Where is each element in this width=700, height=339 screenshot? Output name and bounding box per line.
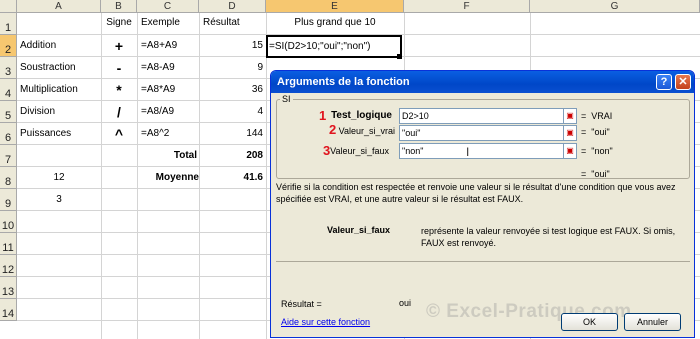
dialog-titlebar[interactable]: Arguments de la fonction bbox=[271, 71, 694, 93]
cell-a3[interactable]: Soustraction bbox=[20, 57, 100, 79]
eq-sign: = bbox=[581, 111, 587, 121]
row-header-5[interactable]: 5 bbox=[0, 101, 17, 123]
cell-d4[interactable]: 36 bbox=[199, 79, 263, 101]
ok-button[interactable]: OK bbox=[561, 313, 618, 331]
formula-result: = "oui" bbox=[581, 169, 610, 179]
close-button[interactable]: ✕ bbox=[675, 74, 691, 90]
cell-a8[interactable]: 12 bbox=[17, 167, 101, 189]
dialog-title: Arguments de la fonction bbox=[277, 76, 410, 88]
cell-b3[interactable]: - bbox=[101, 57, 137, 79]
cell-c8[interactable]: Moyenne bbox=[137, 167, 199, 189]
cell-c5[interactable]: =A8/A9 bbox=[141, 101, 199, 123]
row-header-10[interactable]: 10 bbox=[0, 211, 17, 233]
row-header-14[interactable]: 14 bbox=[0, 299, 17, 321]
eq-sign: = bbox=[581, 146, 587, 156]
row-header-2[interactable]: 2 bbox=[0, 35, 17, 57]
cell-b6[interactable]: ^ bbox=[101, 123, 137, 145]
row-header-9[interactable]: 9 bbox=[0, 189, 17, 211]
cell-a2[interactable]: Addition bbox=[20, 35, 100, 57]
cell-d3[interactable]: 9 bbox=[199, 57, 263, 79]
row-header-1[interactable]: 1 bbox=[0, 13, 17, 35]
fill-handle[interactable] bbox=[397, 54, 402, 59]
arg-result-value: VRAI bbox=[591, 111, 613, 121]
column-header-f[interactable]: F bbox=[404, 0, 530, 13]
active-cell-e2[interactable]: =SI(D2>10;"oui";"non") bbox=[266, 35, 402, 58]
column-header-a[interactable]: A bbox=[17, 0, 101, 13]
column-header-g[interactable]: G bbox=[530, 0, 700, 13]
cancel-button[interactable]: Annuler bbox=[624, 313, 681, 331]
cell-d7[interactable]: 208 bbox=[199, 145, 263, 167]
row-header-4[interactable]: 4 bbox=[0, 79, 17, 101]
arg-label-valeur-si-vrai: Valeur_si_vrai bbox=[338, 126, 395, 136]
cell-c7[interactable]: Total bbox=[137, 145, 197, 167]
range-picker-icon[interactable]: ▣ bbox=[563, 143, 577, 159]
arg-input-valeur-si-faux[interactable]: "non" bbox=[399, 143, 564, 159]
row-header-6[interactable]: 6 bbox=[0, 123, 17, 145]
row-header-13[interactable]: 13 bbox=[0, 277, 17, 299]
cell-d8[interactable]: 41.6 bbox=[199, 167, 263, 189]
cell-d2[interactable]: 15 bbox=[199, 35, 263, 57]
cell-b4[interactable]: * bbox=[101, 79, 137, 101]
help-button[interactable]: ? bbox=[656, 74, 672, 90]
cell-d5[interactable]: 4 bbox=[199, 101, 263, 123]
gridline bbox=[266, 13, 267, 339]
row-header-12[interactable]: 12 bbox=[0, 255, 17, 277]
cell-c6[interactable]: =A8^2 bbox=[141, 123, 199, 145]
arg-label-valeur-si-faux: Valeur_si_faux bbox=[330, 146, 389, 156]
range-picker-icon[interactable]: ▣ bbox=[563, 108, 577, 124]
arg-input-valeur-si-vrai[interactable]: "oui" bbox=[399, 125, 564, 141]
arg-result-valeur-si-vrai: = "oui" bbox=[581, 127, 610, 137]
arg-result-value: "oui" bbox=[591, 127, 610, 137]
arg-result-value: "non" bbox=[591, 146, 613, 156]
function-arguments-dialog: Arguments de la fonction ? ✕ SI 1 Test_l… bbox=[270, 70, 695, 338]
cell-b2[interactable]: + bbox=[101, 35, 137, 57]
cell-e1[interactable]: Plus grand que 10 bbox=[266, 12, 404, 34]
current-arg-name: Valeur_si_faux bbox=[327, 225, 391, 235]
function-description: Vérifie si la condition est respectée et… bbox=[276, 182, 676, 204]
range-picker-icon[interactable]: ▣ bbox=[563, 125, 577, 141]
cell-d1[interactable]: Résultat bbox=[203, 12, 266, 34]
cell-a6[interactable]: Puissances bbox=[20, 123, 100, 145]
arg-label-test-logique: Test_logique bbox=[331, 110, 392, 121]
cell-d6[interactable]: 144 bbox=[199, 123, 263, 145]
group-label: SI bbox=[280, 94, 293, 104]
formula-result-value: "oui" bbox=[591, 169, 610, 179]
cell-c1[interactable]: Exemple bbox=[141, 12, 199, 34]
row-header-11[interactable]: 11 bbox=[0, 233, 17, 255]
cell-a5[interactable]: Division bbox=[20, 101, 100, 123]
row-header-3[interactable]: 3 bbox=[0, 57, 17, 79]
row-header-8[interactable]: 8 bbox=[0, 167, 17, 189]
arg-result-test-logique: = VRAI bbox=[581, 111, 612, 121]
eq-sign: = bbox=[581, 169, 587, 179]
cell-a4[interactable]: Multiplication bbox=[20, 79, 100, 101]
arg-result-valeur-si-faux: = "non" bbox=[581, 146, 613, 156]
arg-input-test-logique[interactable]: D2>10 bbox=[399, 108, 564, 124]
cell-c4[interactable]: =A8*A9 bbox=[141, 79, 199, 101]
help-link[interactable]: Aide sur cette fonction bbox=[281, 317, 370, 327]
cell-b5[interactable]: / bbox=[101, 101, 137, 123]
current-arg-description: représente la valeur renvoyée si test lo… bbox=[421, 226, 676, 248]
cell-a9[interactable]: 3 bbox=[17, 189, 101, 211]
cell-c3[interactable]: =A8-A9 bbox=[141, 57, 199, 79]
result-value: oui bbox=[399, 298, 412, 308]
result-label: Résultat = bbox=[281, 299, 322, 309]
text-cursor-icon: I bbox=[466, 145, 470, 159]
eq-sign: = bbox=[581, 127, 587, 137]
select-all-corner[interactable] bbox=[0, 0, 17, 13]
row-header-7[interactable]: 7 bbox=[0, 145, 17, 167]
divider bbox=[276, 261, 690, 262]
cell-c2[interactable]: =A8+A9 bbox=[141, 35, 199, 57]
cell-b1[interactable]: Signe bbox=[101, 12, 137, 34]
